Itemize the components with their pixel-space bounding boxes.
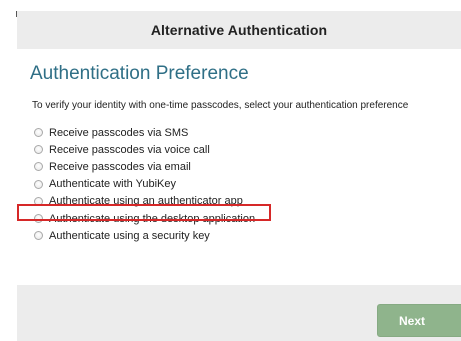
option-label: Authenticate using a security key xyxy=(49,229,210,242)
option-label: Receive passcodes via voice call xyxy=(49,143,210,156)
authentication-options-list: Receive passcodes via SMS Receive passco… xyxy=(34,124,255,244)
option-label: Receive passcodes via email xyxy=(49,160,191,173)
dialog-header: Alternative Authentication xyxy=(17,11,461,49)
radio-button[interactable] xyxy=(34,128,43,138)
option-email[interactable]: Receive passcodes via email xyxy=(34,158,255,175)
radio-button[interactable] xyxy=(34,145,43,155)
option-label: Authenticate with YubiKey xyxy=(49,178,176,191)
option-security-key[interactable]: Authenticate using a security key xyxy=(34,227,255,244)
option-sms[interactable]: Receive passcodes via SMS xyxy=(34,124,255,141)
section-title: Authentication Preference xyxy=(30,63,249,84)
option-voice-call[interactable]: Receive passcodes via voice call xyxy=(34,141,255,158)
alternative-authentication-dialog: Alternative Authentication Authenticatio… xyxy=(0,0,461,341)
instructions-text: To verify your identity with one-time pa… xyxy=(32,100,409,111)
option-label: Receive passcodes via SMS xyxy=(49,126,189,139)
radio-button[interactable] xyxy=(34,162,43,172)
radio-button[interactable] xyxy=(34,179,43,189)
next-button[interactable]: Next xyxy=(377,304,461,337)
highlight-annotation-box xyxy=(17,204,271,221)
radio-button[interactable] xyxy=(34,231,43,241)
option-yubikey[interactable]: Authenticate with YubiKey xyxy=(34,176,255,193)
dialog-title: Alternative Authentication xyxy=(150,22,328,38)
